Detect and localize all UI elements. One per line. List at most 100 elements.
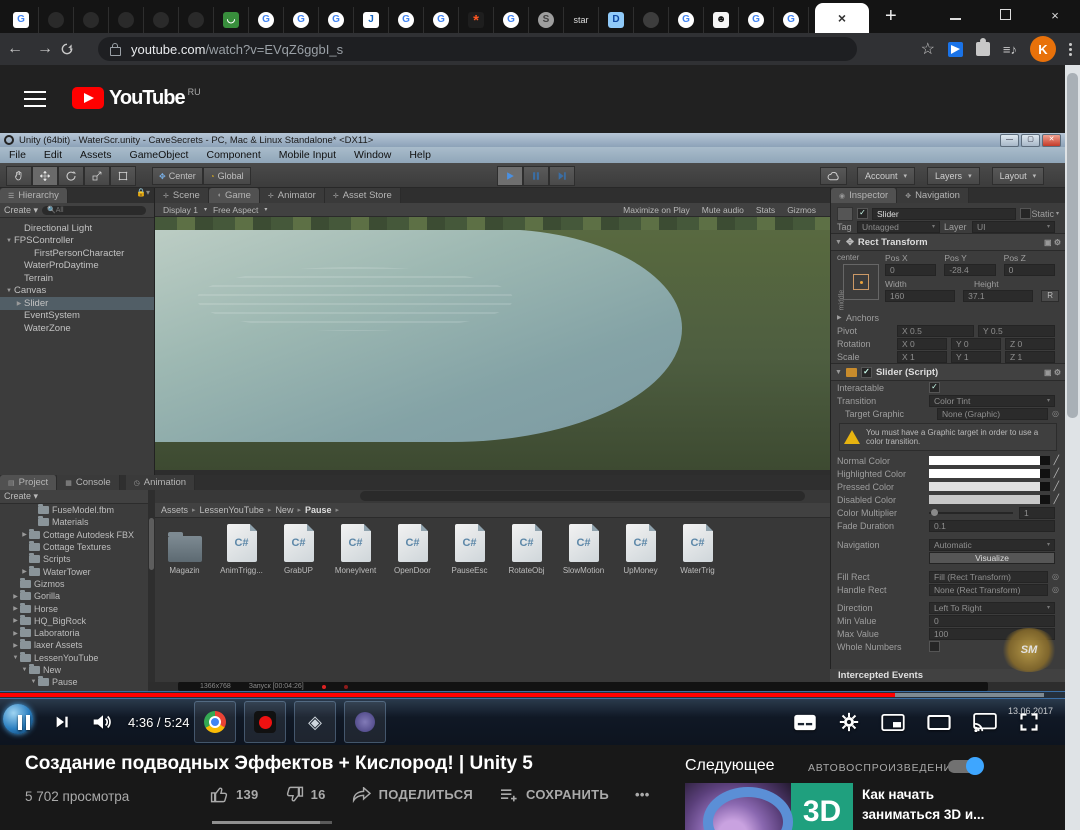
reload-icon[interactable] bbox=[60, 42, 90, 56]
project-create-button[interactable]: Create ▾ bbox=[4, 491, 38, 502]
video-player[interactable]: Unity (64bit) - WaterScr.unity - CaveSec… bbox=[0, 133, 1065, 745]
pos-field[interactable]: 0 bbox=[1004, 264, 1055, 276]
hierarchy-item[interactable]: EventSystem bbox=[0, 310, 154, 323]
menu-gameobject[interactable]: GameObject bbox=[130, 149, 189, 161]
asset-item[interactable]: C#WaterTrig bbox=[676, 524, 719, 575]
hierarchy-item[interactable]: Directional Light bbox=[0, 222, 154, 235]
hierarchy-item[interactable]: ▶Slider bbox=[0, 297, 154, 310]
asset-item[interactable]: C#GrabUP bbox=[277, 524, 320, 575]
forward-icon[interactable]: → bbox=[30, 40, 60, 58]
breadcrumb-segment[interactable]: Pause bbox=[305, 505, 332, 515]
component-gear-icon[interactable]: ▣ ⚙ bbox=[1044, 238, 1061, 247]
theater-mode-button[interactable] bbox=[927, 715, 951, 730]
size-field[interactable]: 37.1 bbox=[963, 290, 1033, 302]
menu-window[interactable]: Window bbox=[354, 149, 391, 161]
breadcrumb-segment[interactable]: Assets bbox=[161, 505, 188, 515]
eyedropper-icon[interactable]: ╱ bbox=[1054, 481, 1059, 492]
browser-tab[interactable]: J bbox=[354, 7, 389, 33]
extension-icon[interactable] bbox=[948, 42, 963, 57]
project-tree-item[interactable]: FuseModel.fbm bbox=[0, 504, 148, 516]
browser-tab[interactable]: D bbox=[599, 7, 634, 33]
browser-tab[interactable] bbox=[109, 7, 144, 33]
tab-navigation[interactable]: ✥Navigation bbox=[897, 188, 969, 203]
direction-dropdown[interactable]: Left To Right bbox=[929, 602, 1055, 614]
tab-inspector[interactable]: ◉Inspector bbox=[831, 188, 897, 203]
fade-duration-field[interactable]: 0.1 bbox=[929, 520, 1055, 532]
project-tree-scrollbar[interactable] bbox=[148, 490, 155, 682]
hierarchy-item[interactable]: ▼Canvas bbox=[0, 285, 154, 298]
save-button[interactable]: СОХРАНИТЬ bbox=[499, 787, 609, 803]
rect-blueprint-button[interactable]: R bbox=[1041, 290, 1059, 302]
browser-tab[interactable] bbox=[634, 7, 669, 33]
menu-edit[interactable]: Edit bbox=[44, 149, 62, 161]
aspect-selector[interactable]: Free Aspect bbox=[213, 205, 258, 215]
hierarchy-item[interactable]: FirstPersonCharacter bbox=[0, 247, 154, 260]
asset-item[interactable]: C#PauseEsc bbox=[448, 524, 491, 575]
component-gear-icon[interactable]: ▣ ⚙ bbox=[1044, 368, 1061, 377]
active-tab[interactable]: × bbox=[815, 3, 869, 33]
eyedropper-icon[interactable]: ╱ bbox=[1054, 494, 1059, 505]
pos-field[interactable]: 0 bbox=[885, 264, 936, 276]
slider-script-header[interactable]: ▼ ✓ Slider (Script) ▣ ⚙ bbox=[831, 363, 1065, 381]
browser-tab[interactable]: G bbox=[319, 7, 354, 33]
page-scrollbar[interactable] bbox=[1065, 65, 1080, 830]
browser-tab[interactable] bbox=[74, 7, 109, 33]
multiplier-value[interactable]: 1 bbox=[1019, 507, 1055, 519]
breadcrumb[interactable]: Assets▸LessenYouTube▸New▸Pause▸ bbox=[155, 503, 830, 518]
youtube-logo[interactable]: YouTube RU bbox=[72, 87, 201, 110]
browser-tab[interactable] bbox=[39, 7, 74, 33]
browser-tab[interactable] bbox=[179, 7, 214, 33]
gamebar-gizmos[interactable]: Gizmos bbox=[787, 205, 816, 215]
browser-avatar[interactable]: K bbox=[1030, 36, 1056, 62]
browser-tab[interactable]: G bbox=[739, 7, 774, 33]
project-tree-item[interactable]: ▶Horse bbox=[0, 602, 148, 614]
gamebar-stats[interactable]: Stats bbox=[756, 205, 775, 215]
tab-scene[interactable]: ✛Scene bbox=[155, 188, 209, 203]
asset-item[interactable]: C#RotateObj bbox=[505, 524, 548, 575]
pos-field[interactable]: -28.4 bbox=[944, 264, 995, 276]
hierarchy-item[interactable]: WaterZone bbox=[0, 322, 154, 335]
share-button[interactable]: ПОДЕЛИТЬСЯ bbox=[352, 787, 473, 803]
static-checkbox[interactable] bbox=[1020, 208, 1031, 219]
handle-rect-field[interactable]: None (Rect Transform) bbox=[929, 584, 1048, 596]
color-swatch[interactable] bbox=[929, 482, 1050, 491]
project-tree-item[interactable]: ▶Gorilla bbox=[0, 590, 148, 602]
progress-bar[interactable] bbox=[0, 691, 1065, 699]
menu-assets[interactable]: Assets bbox=[80, 149, 112, 161]
settings-button[interactable] bbox=[839, 712, 859, 732]
like-button[interactable]: 139 bbox=[210, 785, 259, 804]
pause-playback-button[interactable] bbox=[18, 715, 30, 730]
breadcrumb-segment[interactable]: New bbox=[275, 505, 293, 515]
browser-tab[interactable]: G bbox=[424, 7, 459, 33]
anchors-foldout[interactable]: Anchors bbox=[846, 313, 879, 323]
gamebar-mute-audio[interactable]: Mute audio bbox=[702, 205, 744, 215]
next-video-title[interactable]: Как начать заниматься 3D и... bbox=[862, 785, 984, 826]
back-icon[interactable]: ← bbox=[0, 40, 30, 58]
tab-game[interactable]: ◖Game bbox=[209, 188, 260, 203]
layout-dropdown[interactable]: Layout▾ bbox=[992, 167, 1045, 185]
layer-dropdown[interactable]: UI bbox=[972, 221, 1055, 233]
script-enabled-checkbox[interactable]: ✓ bbox=[861, 367, 872, 378]
gamebar-maximize-on-play[interactable]: Maximize on Play bbox=[623, 205, 690, 215]
visualize-button[interactable]: Visualize bbox=[929, 552, 1055, 564]
layers-dropdown[interactable]: Layers▾ bbox=[927, 167, 980, 185]
autoplay-toggle[interactable] bbox=[948, 760, 982, 773]
project-tree-item[interactable]: ▶Cottage Autodesk FBX bbox=[0, 529, 148, 541]
project-tree-item[interactable]: Scripts bbox=[0, 553, 148, 565]
project-search-input[interactable] bbox=[360, 491, 805, 501]
asset-item[interactable]: C#SlowMotion bbox=[562, 524, 605, 575]
transform-field[interactable]: Z 1 bbox=[1005, 351, 1055, 363]
fill-rect-field[interactable]: Fill (Rect Transform) bbox=[929, 571, 1048, 583]
project-tree-item[interactable]: ▼LessenYouTube bbox=[0, 652, 148, 664]
interactable-checkbox[interactable]: ✓ bbox=[929, 382, 940, 393]
project-tree-item[interactable]: ▶WaterTower bbox=[0, 565, 148, 577]
next-video-button[interactable] bbox=[54, 714, 70, 730]
browser-tab[interactable] bbox=[144, 7, 179, 33]
eyedropper-icon[interactable]: ╱ bbox=[1054, 468, 1059, 479]
asset-item[interactable]: C#AnimTrigg... bbox=[220, 524, 263, 575]
project-tree-item[interactable]: Cottage Textures bbox=[0, 541, 148, 553]
object-picker-icon[interactable]: ◎ bbox=[1052, 585, 1059, 594]
browser-tab[interactable]: G bbox=[249, 7, 284, 33]
display-selector[interactable]: Display 1 bbox=[163, 205, 198, 215]
bookmark-star-icon[interactable]: ☆ bbox=[921, 39, 935, 59]
